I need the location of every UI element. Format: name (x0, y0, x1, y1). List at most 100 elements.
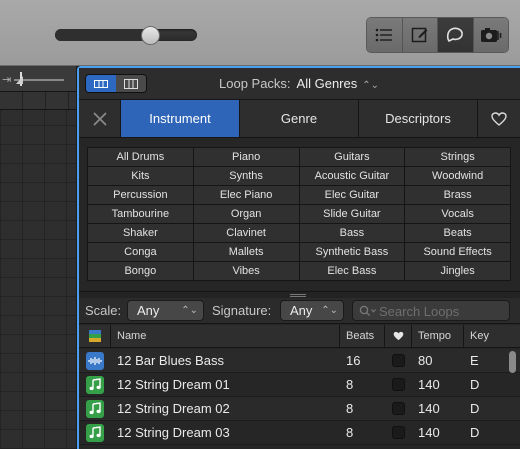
chevron-up-down-icon: ⌃⌄ (181, 305, 198, 316)
control-bar (0, 0, 520, 66)
loop-name: 12 String Dream 02 (117, 401, 230, 416)
scale-select[interactable]: Any ⌃⌄ (127, 300, 204, 321)
loop-tempo: 140 (418, 425, 440, 440)
keyword-button[interactable]: Elec Bass (299, 262, 405, 280)
column-beats[interactable]: Beats (340, 325, 385, 347)
keyword-button[interactable]: Mallets (193, 243, 299, 261)
search-icon (359, 305, 376, 316)
loop-tempo: 140 (418, 401, 440, 416)
tab-instrument[interactable]: Instrument (121, 100, 240, 137)
list-editors-button[interactable] (367, 18, 403, 52)
view-toggle (85, 74, 147, 93)
keyword-button[interactable]: Strings (405, 148, 510, 166)
loop-browser-panel: Loop Packs: All Genres ⌃⌄ Instrument Genre… (77, 66, 520, 449)
tab-descriptors[interactable]: Descriptors (359, 100, 478, 137)
keyword-button[interactable]: Clavinet (193, 224, 299, 242)
tab-favorites[interactable] (478, 100, 520, 137)
heart-icon (491, 111, 507, 126)
column-tempo[interactable]: Tempo (412, 325, 464, 347)
loop-browser-icon (447, 27, 464, 43)
table-row[interactable]: 12 String Dream 03 8 140 D (79, 421, 520, 445)
keyword-button[interactable]: Synths (193, 167, 299, 185)
keyword-button[interactable]: Vibes (193, 262, 299, 280)
keyword-button[interactable]: Shaker (88, 224, 193, 242)
keyword-button[interactable]: Acoustic Guitar (299, 167, 405, 185)
favorite-checkbox[interactable] (392, 426, 405, 439)
results-scrollbar[interactable] (509, 351, 516, 373)
loop-type-cell (79, 423, 111, 442)
midi-note-icon (86, 375, 104, 394)
keyword-button[interactable]: Piano (193, 148, 299, 166)
keyword-button[interactable]: All Drums (88, 148, 193, 166)
table-row[interactable]: 12 String Dream 01 8 140 D (79, 373, 520, 397)
loop-key: D (470, 401, 480, 416)
keyword-button[interactable]: Kits (88, 167, 193, 185)
playhead-control: ⇥ (2, 72, 64, 86)
keyword-area: All Drums Piano Guitars Strings Kits Synths Ac… (79, 139, 520, 291)
loop-tempo: 140 (418, 377, 440, 392)
keyword-button[interactable]: Jingles (405, 262, 510, 280)
keyword-button[interactable]: Slide Guitar (299, 205, 405, 223)
column-favorite[interactable] (385, 325, 412, 347)
keyword-button[interactable]: Conga (88, 243, 193, 261)
keyword-button[interactable]: Sound Effects (405, 243, 510, 261)
zoom-slider-fill (55, 29, 155, 41)
button-view-button[interactable] (86, 75, 116, 92)
keyword-button[interactable]: Guitars (299, 148, 405, 166)
keyword-button[interactable]: Elec Guitar (299, 186, 405, 204)
loop-beats: 8 (346, 401, 354, 416)
keyword-button[interactable]: Tambourine (88, 205, 193, 223)
favorite-checkbox[interactable] (392, 402, 405, 415)
column-type[interactable] (79, 325, 111, 347)
column-view-button[interactable] (116, 75, 146, 92)
keyword-button[interactable]: Synthetic Bass (299, 243, 405, 261)
table-row[interactable]: 12 String Dream 02 8 140 D (79, 397, 520, 421)
keyword-button[interactable]: Woodwind (405, 167, 510, 185)
tracks-area[interactable]: ⇥ (0, 66, 76, 449)
list-icon (375, 28, 393, 42)
zoom-slider-knob[interactable] (141, 26, 161, 45)
keyword-tabs: Instrument Genre Descriptors (79, 100, 520, 138)
resize-grip[interactable] (290, 294, 306, 297)
close-icon (92, 111, 107, 126)
media-browser-button[interactable] (473, 18, 508, 52)
signature-select[interactable]: Any ⌃⌄ (280, 300, 344, 321)
keyword-button[interactable]: Bass (299, 224, 405, 242)
loop-key: E (470, 353, 479, 368)
table-row[interactable]: 12 Bar Blues Bass 16 80 E (79, 349, 520, 373)
resize-divider[interactable] (79, 291, 520, 298)
loop-type-cell (79, 399, 111, 418)
keyword-button[interactable]: Elec Piano (193, 186, 299, 204)
results-header: Name Beats Tempo Key (79, 325, 520, 348)
loop-packs-selector[interactable]: Loop Packs: All Genres ⌃⌄ (219, 76, 379, 91)
bar-ruler[interactable] (0, 92, 76, 110)
tab-genre[interactable]: Genre (240, 100, 359, 137)
column-view-icon (124, 78, 138, 89)
loop-browser-button[interactable] (438, 18, 474, 52)
keyword-button[interactable]: Bongo (88, 262, 193, 280)
favorite-checkbox[interactable] (392, 378, 405, 391)
loop-type-icon (88, 330, 101, 342)
favorite-cell (385, 378, 412, 391)
note-pad-button[interactable] (402, 18, 438, 52)
loop-name: 12 String Dream 03 (117, 425, 230, 440)
column-name[interactable]: Name (111, 325, 340, 347)
search-field[interactable] (352, 300, 510, 321)
reset-button[interactable] (79, 100, 121, 137)
keyword-button[interactable]: Organ (193, 205, 299, 223)
loop-type-cell (79, 375, 111, 394)
column-key[interactable]: Key (464, 325, 504, 347)
keyword-button[interactable]: Vocals (405, 205, 510, 223)
zoom-slider[interactable] (55, 29, 197, 41)
favorite-checkbox[interactable] (392, 354, 405, 367)
favorite-cell (385, 402, 412, 415)
search-input[interactable] (379, 303, 507, 319)
keyword-button[interactable]: Beats (405, 224, 510, 242)
tracks-grid[interactable] (0, 110, 76, 449)
keyword-button[interactable]: Brass (405, 186, 510, 204)
grid-view-icon (94, 79, 108, 88)
keyword-button[interactable]: Percussion (88, 186, 193, 204)
loop-name: 12 Bar Blues Bass (117, 353, 224, 368)
ruler[interactable]: ⇥ (0, 66, 76, 92)
loop-beats: 16 (346, 353, 361, 368)
